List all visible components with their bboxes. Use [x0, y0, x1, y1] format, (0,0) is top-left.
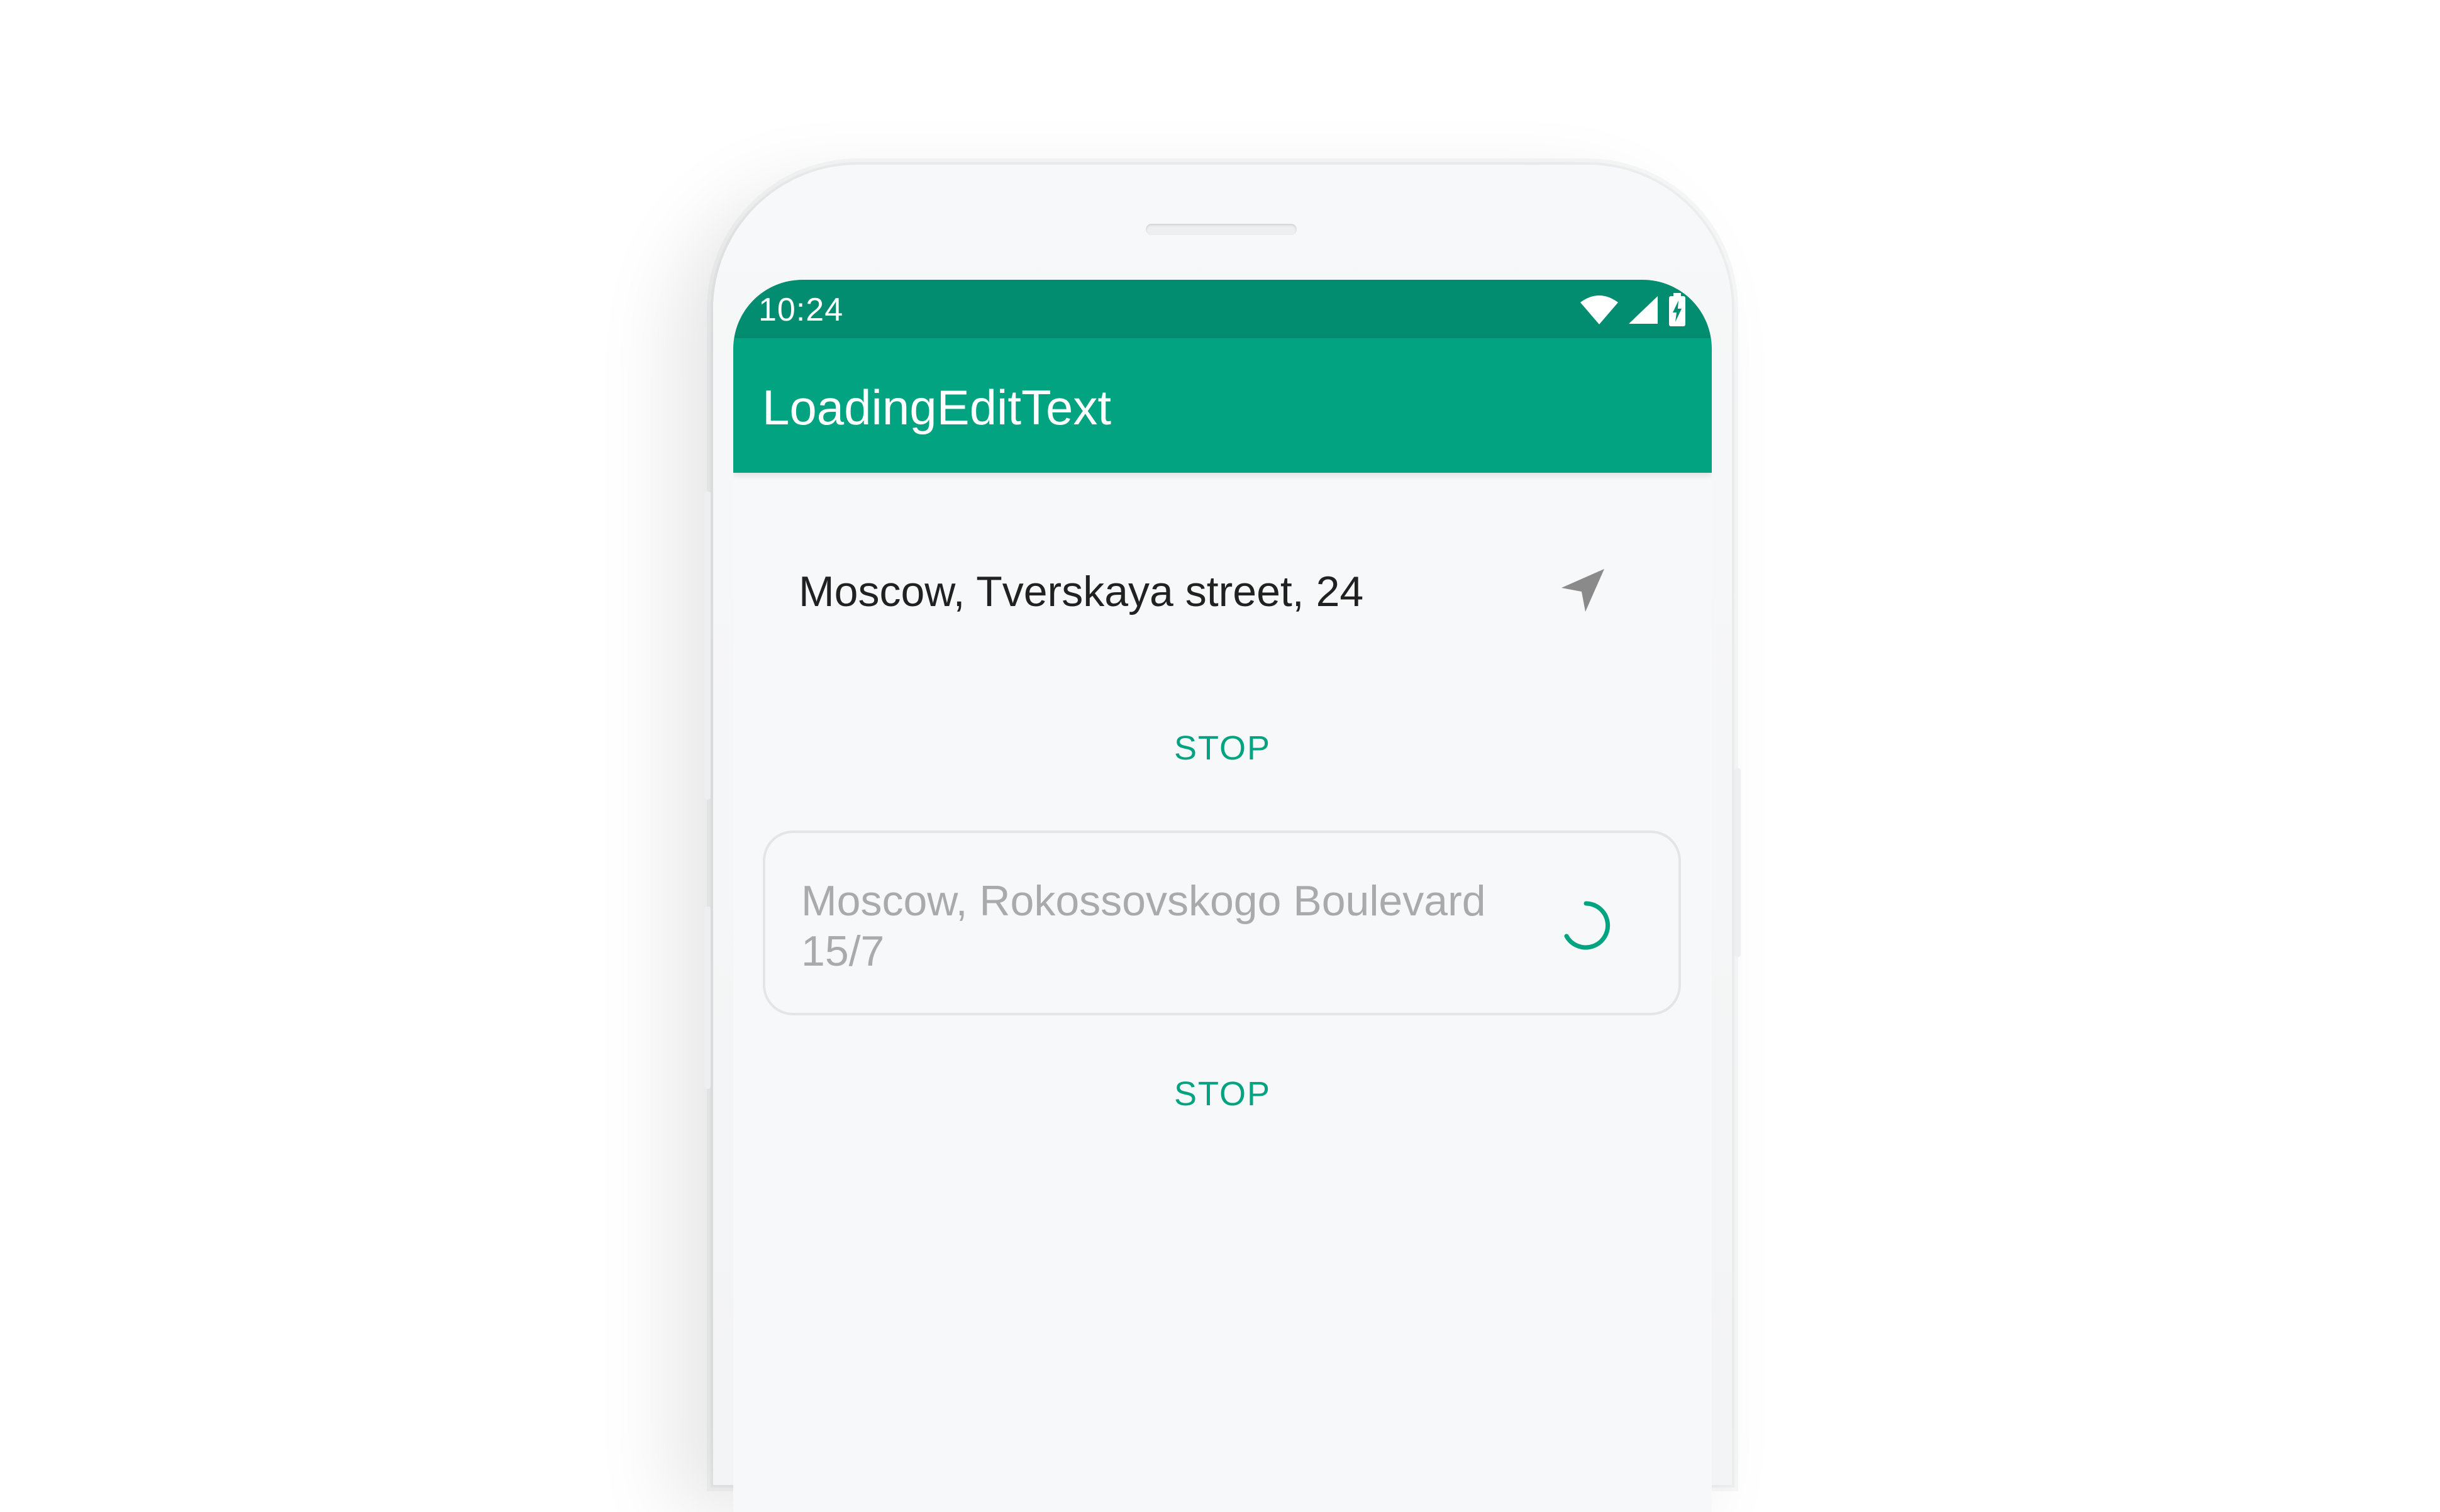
app-toolbar: LoadingEditText	[733, 338, 1712, 473]
volume-button	[704, 492, 711, 800]
stop-button-2[interactable]: STOP	[1128, 1059, 1317, 1128]
earpiece-speaker	[1146, 224, 1297, 235]
loading-input-placeholder: Moscow, Rokossovskogo Boulevard 15/7	[801, 877, 1486, 975]
loading-spinner-icon	[1559, 898, 1613, 952]
device-screen: 10:24 LoadingEditText Moscow, Tverskaya …	[733, 280, 1712, 1512]
stop-button-1[interactable]: STOP	[1128, 714, 1317, 783]
app-title: LoadingEditText	[762, 380, 1112, 435]
status-time: 10:24	[758, 292, 844, 328]
address-input-value[interactable]: Moscow, Tverskaya street, 24	[799, 565, 1363, 618]
phone-frame: 10:24 LoadingEditText Moscow, Tverskaya …	[704, 165, 1741, 1512]
side-button	[704, 907, 711, 1089]
loading-address-input[interactable]: Moscow, Rokossovskogo Boulevard 15/7	[763, 830, 1681, 1015]
status-icons	[1580, 291, 1687, 329]
status-bar: 10:24	[733, 280, 1712, 338]
address-input[interactable]: Moscow, Tverskaya street, 24	[763, 538, 1681, 643]
power-button	[1734, 768, 1741, 957]
navigation-arrow-icon[interactable]	[1556, 564, 1609, 617]
wifi-icon	[1580, 295, 1619, 325]
battery-charging-icon	[1668, 293, 1687, 327]
cellular-signal-icon	[1628, 295, 1659, 325]
